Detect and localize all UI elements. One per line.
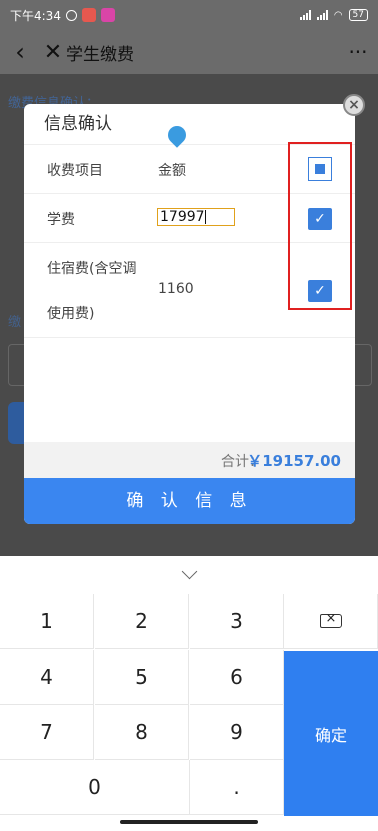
fee-name: 住宿费(含空调 <box>47 261 137 277</box>
amount-input[interactable]: 17997 <box>157 208 235 226</box>
status-bar: 下午4:34 ◠ 57 <box>0 0 378 30</box>
key-1[interactable]: 1 <box>0 594 94 649</box>
dialog-close-icon[interactable]: × <box>343 94 365 116</box>
fee-amount: 1160 <box>158 281 194 297</box>
total-value: ￥19157.00 <box>247 452 341 470</box>
key-8[interactable]: 8 <box>95 705 189 760</box>
chevron-down-icon[interactable] <box>181 563 197 580</box>
signal-icon-2 <box>316 10 328 20</box>
header-amount: 金额 <box>158 163 186 179</box>
fee-name-line2: 使用费) <box>47 306 95 322</box>
back-icon[interactable]: ‹ <box>0 38 40 66</box>
backspace-key[interactable] <box>284 594 378 649</box>
signal-icon <box>299 10 311 20</box>
more-icon[interactable]: ··· <box>338 40 378 64</box>
total-bar: 合计： ￥19157.00 <box>24 442 355 478</box>
highlight-frame <box>288 142 352 310</box>
key-9[interactable]: 9 <box>190 705 284 760</box>
key-3[interactable]: 3 <box>190 594 284 649</box>
key-7[interactable]: 7 <box>0 705 94 760</box>
key-2[interactable]: 2 <box>95 594 189 649</box>
number-keypad: 1 2 3 4 5 6 7 8 9 0 . 确定 <box>0 594 378 816</box>
backspace-icon <box>319 611 342 628</box>
key-5[interactable]: 5 <box>95 650 189 705</box>
alarm-icon <box>65 9 77 21</box>
section-heading-dimmed-2: 缴 <box>8 315 22 330</box>
header-item: 收费项目 <box>47 163 103 179</box>
fee-name: 学费 <box>47 212 75 228</box>
confirm-button[interactable]: 确 认 信 息 <box>24 478 355 524</box>
page-title: 学生缴费 <box>66 44 134 65</box>
battery-icon: 57 <box>348 9 368 21</box>
close-icon[interactable]: ✕ <box>40 40 66 65</box>
ok-key[interactable]: 确定 <box>284 651 378 816</box>
home-indicator[interactable] <box>120 820 258 824</box>
key-6[interactable]: 6 <box>190 650 284 705</box>
status-time: 下午4:34 <box>10 8 61 23</box>
dialog-title: 信息确认 <box>24 104 355 145</box>
app-notification-icon <box>81 8 96 22</box>
key-dot[interactable]: . <box>190 760 284 815</box>
app-notification-icon-2 <box>100 8 115 22</box>
wifi-icon: ◠ <box>333 9 343 21</box>
key-0[interactable]: 0 <box>0 760 190 815</box>
nav-bar: ‹ ✕ 学生缴费 ··· <box>0 30 378 74</box>
keyboard-collapse[interactable] <box>0 556 378 594</box>
key-4[interactable]: 4 <box>0 650 94 705</box>
